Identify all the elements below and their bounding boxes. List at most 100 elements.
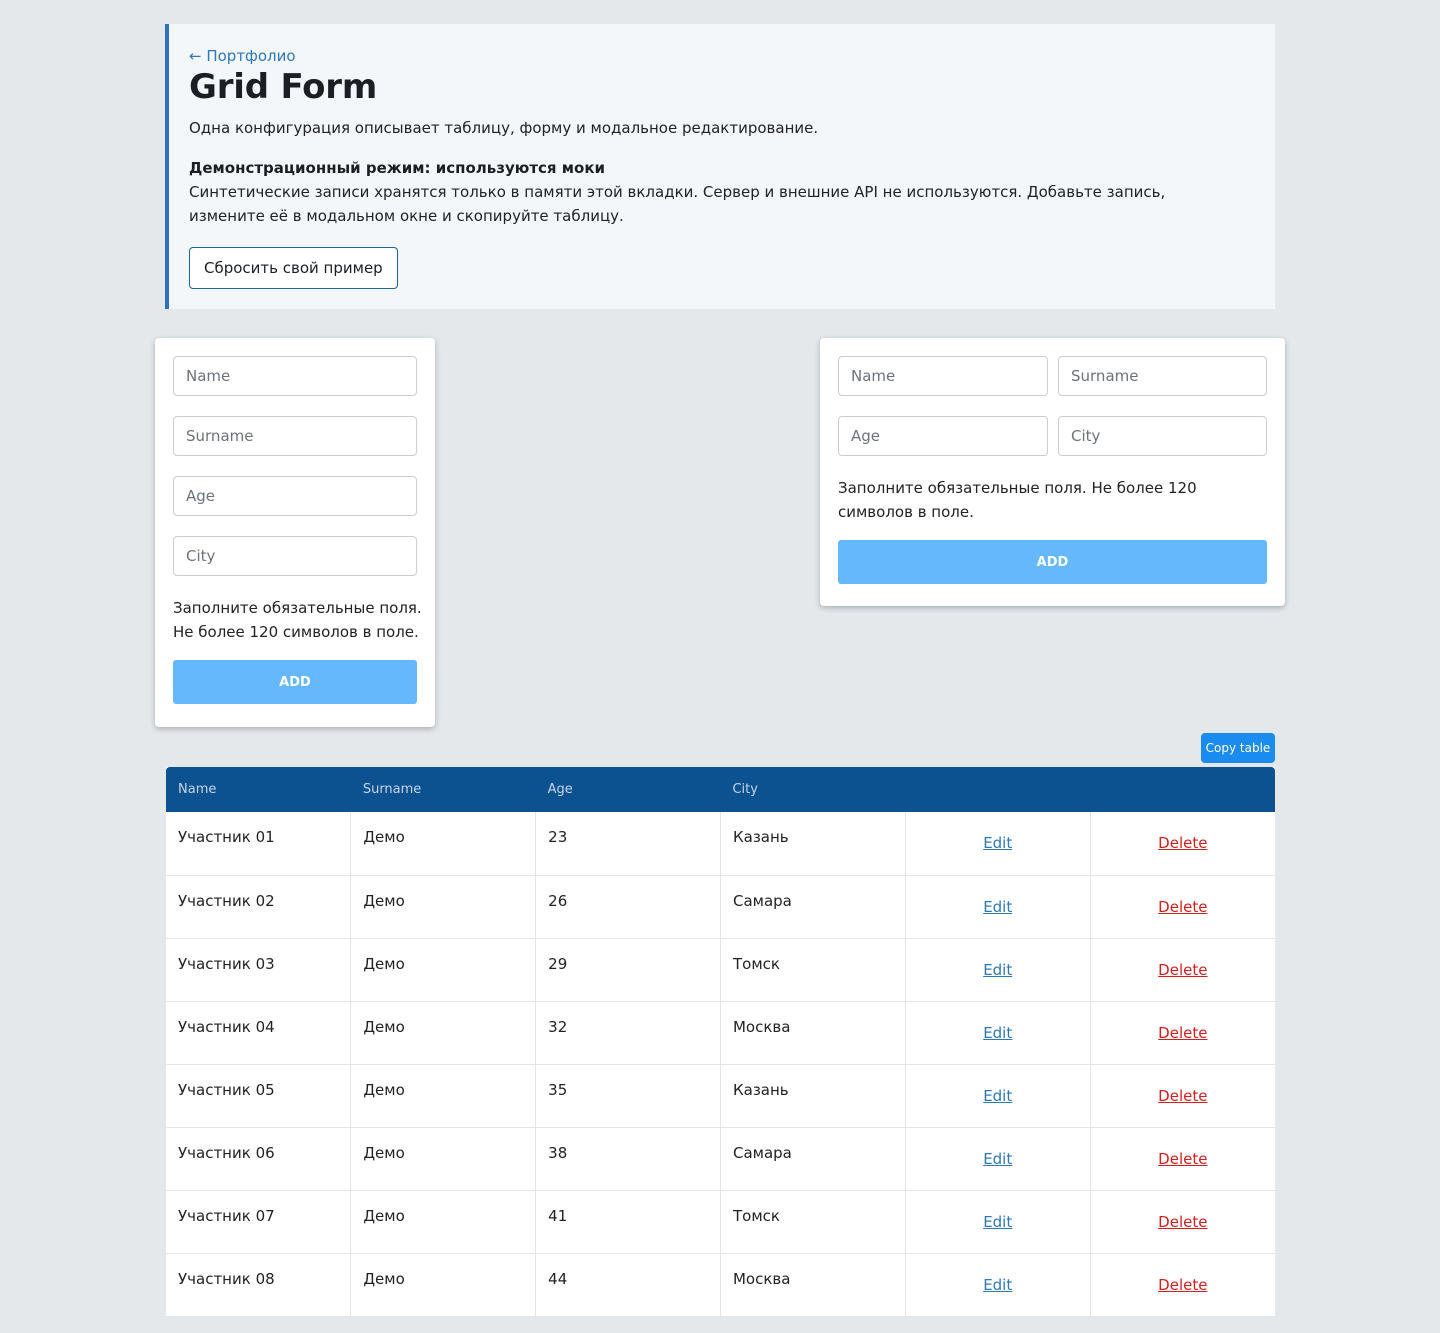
cell-age: 44 xyxy=(535,1253,721,1317)
cell-age: 23 xyxy=(535,812,721,876)
column-header-edit xyxy=(905,767,1090,812)
form-hint: Заполните обязательные поля. Не более 12… xyxy=(838,479,1197,521)
column-header-surname: Surname xyxy=(362,782,422,797)
cell-name: Участник 01 xyxy=(166,812,352,876)
table-row: Участник 08 Демо 44 Москва Edit Delete xyxy=(166,1253,1275,1317)
cell-delete: Delete xyxy=(1090,1253,1275,1317)
table-row: Участник 07 Демо 41 Томск Edit Delete xyxy=(166,1190,1275,1254)
cell-city: Казань xyxy=(720,1064,906,1128)
cell-edit: Edit xyxy=(905,875,1091,939)
cell-edit: Edit xyxy=(905,812,1091,876)
surname-input[interactable] xyxy=(1058,356,1267,396)
cell-surname: Демо xyxy=(350,875,537,939)
cell-delete: Delete xyxy=(1090,1064,1275,1128)
age-input[interactable] xyxy=(838,416,1048,456)
table-row: Участник 02 Демо 26 Самара Edit Delete xyxy=(166,875,1275,939)
edit-link[interactable]: Edit xyxy=(983,834,1012,852)
cell-edit: Edit xyxy=(905,1064,1091,1128)
edit-link[interactable]: Edit xyxy=(983,898,1012,916)
table-row: Участник 04 Демо 32 Москва Edit Delete xyxy=(166,1001,1275,1065)
form-card-narrow: Заполните обязательные поля. Не более 12… xyxy=(155,338,435,727)
table-row: Участник 03 Демо 29 Томск Edit Delete xyxy=(166,938,1275,1002)
cell-city: Казань xyxy=(720,812,906,876)
cell-age: 38 xyxy=(535,1127,721,1191)
city-input[interactable] xyxy=(1058,416,1267,456)
cell-city: Томск xyxy=(720,1190,906,1254)
cell-delete: Delete xyxy=(1090,812,1275,876)
column-header-city: City xyxy=(732,782,758,797)
form-hint-line-2: Не более 120 символов в поле. xyxy=(173,623,419,641)
delete-link[interactable]: Delete xyxy=(1158,1087,1207,1105)
cell-surname: Демо xyxy=(350,1001,537,1065)
delete-link[interactable]: Delete xyxy=(1158,1150,1207,1168)
cell-edit: Edit xyxy=(905,1190,1091,1254)
reset-example-button[interactable]: Сбросить свой пример xyxy=(189,247,398,289)
edit-link[interactable]: Edit xyxy=(983,961,1012,979)
cell-surname: Демо xyxy=(350,1127,537,1191)
delete-link[interactable]: Delete xyxy=(1158,1213,1207,1231)
table-row: Участник 05 Демо 35 Казань Edit Delete xyxy=(166,1064,1275,1128)
name-input[interactable] xyxy=(838,356,1048,396)
age-input[interactable] xyxy=(173,476,417,516)
page-lead: Одна конфигурация описывает таблицу, фор… xyxy=(189,119,819,137)
table-row: Участник 06 Демо 38 Самара Edit Delete xyxy=(166,1127,1275,1191)
form-hint-line-1: Заполните обязательные поля. xyxy=(173,599,422,617)
data-table: Name Surname Age City Участник 01 Демо 23 К… xyxy=(166,767,1275,1317)
cell-edit: Edit xyxy=(905,1001,1091,1065)
cell-name: Участник 08 xyxy=(166,1253,352,1317)
delete-link[interactable]: Delete xyxy=(1158,898,1207,916)
cell-age: 26 xyxy=(535,875,721,939)
cell-delete: Delete xyxy=(1090,938,1275,1002)
delete-link[interactable]: Delete xyxy=(1158,1024,1207,1042)
cell-surname: Демо xyxy=(350,1064,537,1128)
table-row: Участник 01 Демо 23 Казань Edit Delete xyxy=(166,812,1275,876)
column-header-name: Name xyxy=(178,782,217,797)
add-button[interactable]: ADD xyxy=(173,660,417,704)
cell-name: Участник 02 xyxy=(166,875,352,939)
cell-delete: Delete xyxy=(1090,875,1275,939)
cell-city: Самара xyxy=(720,1127,906,1191)
column-header-age: Age xyxy=(547,782,573,797)
copy-table-button[interactable]: Copy table xyxy=(1201,733,1275,763)
delete-link[interactable]: Delete xyxy=(1158,961,1207,979)
delete-link[interactable]: Delete xyxy=(1158,1276,1207,1294)
edit-link[interactable]: Edit xyxy=(983,1150,1012,1168)
edit-link[interactable]: Edit xyxy=(983,1213,1012,1231)
cell-surname: Демо xyxy=(350,1190,537,1254)
add-button[interactable]: ADD xyxy=(838,540,1267,584)
cell-edit: Edit xyxy=(905,1253,1091,1317)
cell-delete: Delete xyxy=(1090,1001,1275,1065)
cell-delete: Delete xyxy=(1090,1127,1275,1191)
edit-link[interactable]: Edit xyxy=(983,1087,1012,1105)
cell-surname: Демо xyxy=(350,938,537,1002)
column-header-delete xyxy=(1090,767,1275,812)
form-card-wide: Заполните обязательные поля. Не более 12… xyxy=(820,338,1285,606)
cell-age: 35 xyxy=(535,1064,721,1128)
cell-name: Участник 04 xyxy=(166,1001,352,1065)
cell-age: 29 xyxy=(535,938,721,1002)
edit-link[interactable]: Edit xyxy=(983,1276,1012,1294)
city-input[interactable] xyxy=(173,536,417,576)
edit-link[interactable]: Edit xyxy=(983,1024,1012,1042)
intro-panel: ← Портфолио Grid Form Одна конфигурация … xyxy=(165,24,1275,309)
surname-input[interactable] xyxy=(173,416,417,456)
cell-delete: Delete xyxy=(1090,1190,1275,1254)
demo-mode-title: Демонстрационный режим: используются мок… xyxy=(189,159,606,177)
cell-age: 41 xyxy=(535,1190,721,1254)
back-to-portfolio-link[interactable]: ← Портфолио xyxy=(189,46,296,66)
cell-city: Самара xyxy=(720,875,906,939)
cell-age: 32 xyxy=(535,1001,721,1065)
delete-link[interactable]: Delete xyxy=(1158,834,1207,852)
page-title: Grid Form xyxy=(189,67,378,107)
cell-name: Участник 07 xyxy=(166,1190,352,1254)
demo-mode-text: Синтетические записи хранятся только в п… xyxy=(189,183,1166,225)
name-input[interactable] xyxy=(173,356,417,396)
cell-surname: Демо xyxy=(350,1253,537,1317)
table-header-row: Name Surname Age City xyxy=(166,767,1275,812)
form-hint: Заполните обязательные поля. Не более 12… xyxy=(173,596,423,644)
cell-surname: Демо xyxy=(350,812,537,876)
cell-name: Участник 03 xyxy=(166,938,352,1002)
table-body: Участник 01 Демо 23 Казань Edit Delete Участни… xyxy=(166,812,1275,1317)
cell-name: Участник 06 xyxy=(166,1127,352,1191)
cell-name: Участник 05 xyxy=(166,1064,352,1128)
